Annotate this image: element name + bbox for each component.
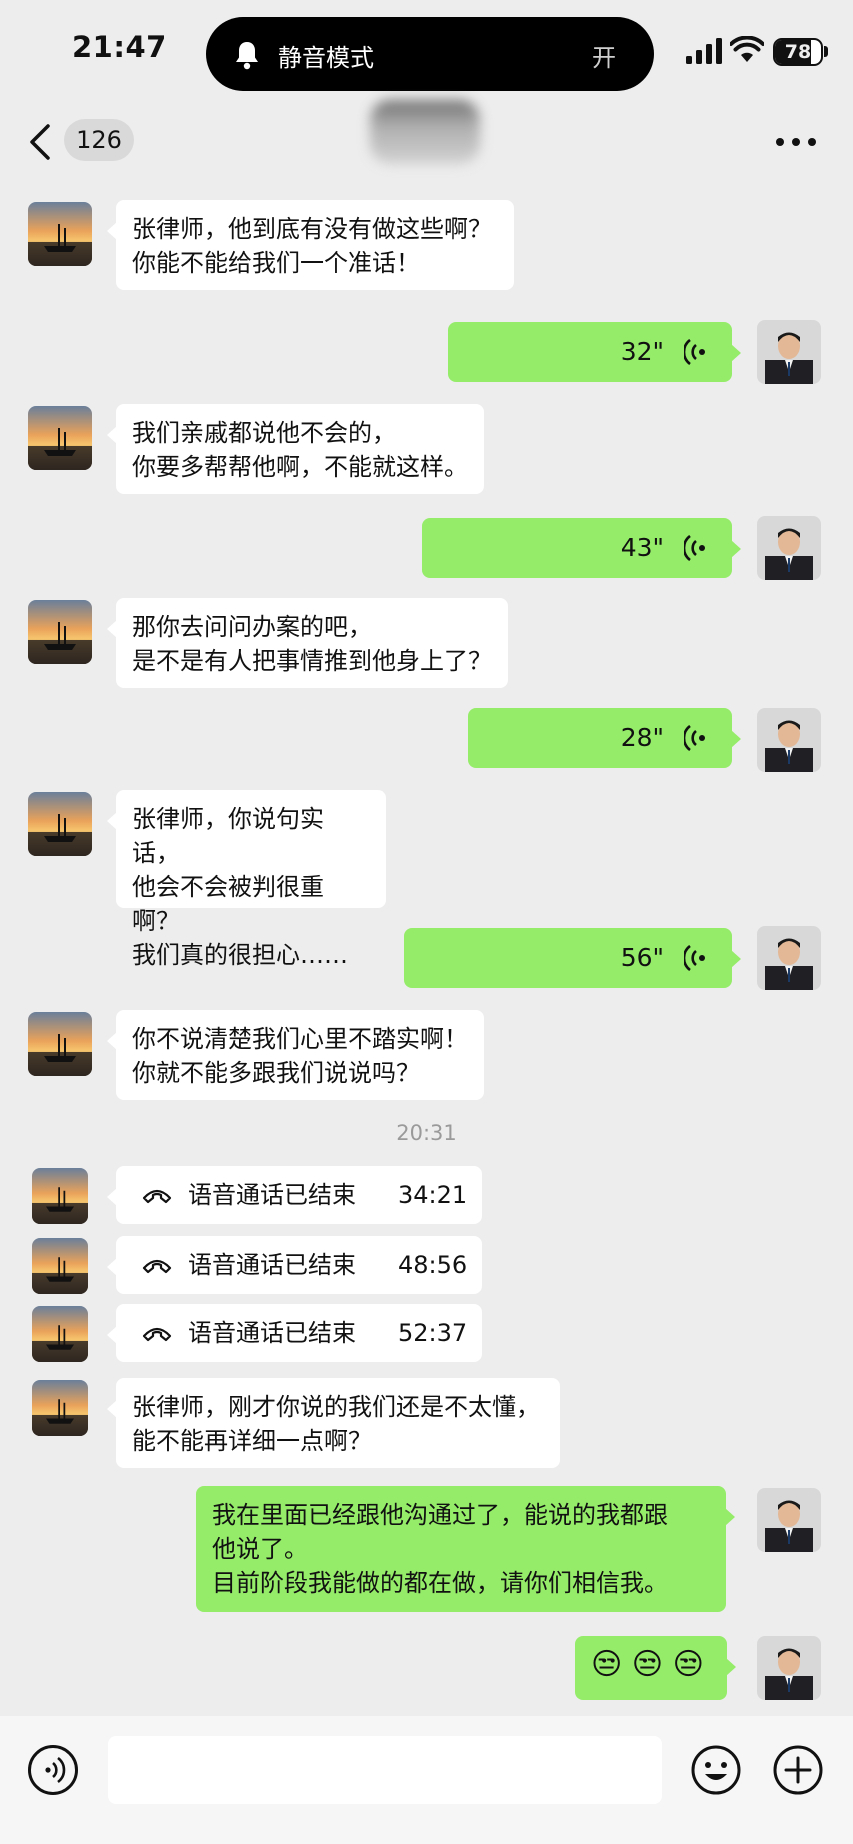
contact-avatar[interactable] [32,1168,88,1224]
received-text-bubble[interactable]: 张律师，你说句实话， 他会不会被判很重啊？ 我们真的很担心…… [107,790,386,969]
contact-avatar[interactable] [28,406,92,470]
my-avatar[interactable] [757,1636,821,1700]
wifi-icon [730,36,764,62]
my-avatar[interactable] [757,926,821,990]
voice-message-bubble[interactable]: 43" [422,518,741,578]
voice-duration: 32" [620,337,664,366]
battery-icon: 78 [773,38,823,66]
my-avatar[interactable] [757,708,821,772]
voice-wave-icon [684,535,705,561]
back-chevron-icon[interactable] [26,122,54,162]
sent-text-bubble[interactable]: 我在里面已经跟他沟通过了，能说的我都跟 他说了。 目前阶段我能做的都在做，请你们… [196,1486,735,1612]
phone-hangup-icon [142,1259,172,1274]
bell-icon [236,42,258,70]
silent-mode-state: 开 [592,44,616,72]
call-label: 语音通话已结束 [188,1251,356,1279]
voice-message-bubble[interactable]: 56" [404,928,741,988]
contact-avatar[interactable] [28,792,92,856]
voice-duration: 56" [620,943,664,972]
my-avatar[interactable] [757,516,821,580]
voice-wave-icon [684,945,705,971]
phone-hangup-icon [142,1189,172,1204]
received-text-bubble[interactable]: 我们亲戚都说他不会的， 你要多帮帮他啊，不能就这样。 [107,404,484,494]
voice-call-ended-bubble[interactable]: 语音通话已结束 34:21 [107,1166,482,1224]
phone-hangup-icon [142,1327,172,1342]
contact-avatar[interactable] [32,1306,88,1362]
sent-emoji-bubble[interactable]: 😒 😒 😒 [575,1636,736,1700]
received-text-bubble[interactable]: 那你去问问办案的吧， 是不是有人把事情推到他身上了？ [107,598,508,688]
call-label: 语音通话已结束 [188,1181,356,1209]
voice-input-icon[interactable] [28,1745,78,1795]
chat-timestamp: 20:31 [396,1121,457,1145]
received-text-bubble[interactable]: 张律师，他到底有没有做这些啊？ 你能不能给我们一个准话！ [107,200,514,290]
my-avatar[interactable] [757,320,821,384]
voice-duration: 43" [620,533,664,562]
silent-mode-label: 静音模式 [278,44,374,72]
call-duration: 52:37 [398,1319,468,1347]
blurred-chat-title [370,100,480,164]
voice-message-bubble[interactable]: 28" [468,708,741,768]
contact-avatar[interactable] [28,600,92,664]
signal-icon [686,38,722,64]
emoji-icon[interactable] [690,1744,742,1796]
battery-level: 78 [784,41,812,63]
call-duration: 48:56 [398,1251,468,1279]
voice-duration: 28" [620,723,664,752]
contact-avatar[interactable] [32,1238,88,1294]
unread-count-badge[interactable]: 126 [64,119,134,161]
voice-call-ended-bubble[interactable]: 语音通话已结束 48:56 [107,1236,482,1294]
contact-avatar[interactable] [28,202,92,266]
contact-avatar[interactable] [32,1380,88,1436]
my-avatar[interactable] [757,1488,821,1552]
contact-avatar[interactable] [28,1012,92,1076]
call-duration: 34:21 [398,1181,468,1209]
status-time: 21:47 [72,30,167,64]
call-label: 语音通话已结束 [188,1319,356,1347]
dynamic-island-silent-mode[interactable]: 静音模式 开 [206,17,654,91]
voice-wave-icon [684,339,705,365]
received-text-bubble[interactable]: 张律师，刚才你说的我们还是不太懂， 能不能再详细一点啊？ [107,1378,560,1468]
battery-cap [824,46,828,57]
plus-icon[interactable] [772,1744,824,1796]
voice-call-ended-bubble[interactable]: 语音通话已结束 52:37 [107,1304,482,1362]
voice-wave-icon [684,725,705,751]
message-input[interactable] [108,1736,662,1804]
received-text-bubble[interactable]: 你不说清楚我们心里不踏实啊！ 你就不能多跟我们说说吗？ [107,1010,484,1100]
voice-message-bubble[interactable]: 32" [448,322,741,382]
more-icon[interactable] [776,138,816,148]
